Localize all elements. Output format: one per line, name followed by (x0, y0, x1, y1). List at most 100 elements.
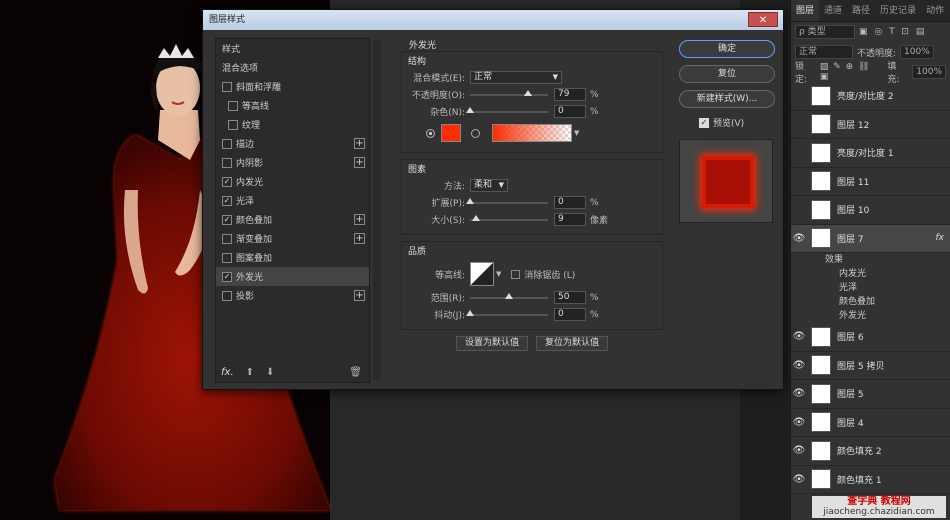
panel-tab[interactable]: 图层 (791, 0, 820, 21)
layer-blend-select[interactable]: 正常 (795, 45, 853, 59)
add-instance-icon[interactable]: + (354, 290, 365, 301)
noise-slider[interactable] (466, 106, 548, 113)
dialog-titlebar[interactable]: 图层样式 ✕ (203, 10, 783, 30)
size-slider[interactable] (470, 214, 548, 221)
effect-item[interactable]: 内发光 (791, 267, 950, 281)
style-checkbox[interactable]: ✓ (222, 271, 232, 282)
size-field[interactable]: 9 (554, 213, 586, 226)
layer-opacity-field[interactable]: 100% (900, 45, 934, 59)
move-down-icon[interactable]: ⬇ (266, 367, 274, 378)
style-item[interactable]: 斜面和浮雕 (216, 77, 369, 96)
style-checkbox[interactable] (222, 138, 232, 149)
style-checkbox[interactable] (228, 119, 238, 130)
layer-row[interactable]: 图层 12 (791, 111, 950, 139)
layer-row[interactable]: 图层 11 (791, 168, 950, 196)
range-slider[interactable] (470, 292, 548, 299)
noise-slider-knob[interactable] (466, 106, 474, 113)
layer-row[interactable]: 👁 图层 7 fx (791, 224, 950, 253)
style-item[interactable]: 样式 (216, 39, 369, 58)
size-slider-knob[interactable] (472, 214, 480, 221)
layer-row[interactable]: 亮度/对比度 2 (791, 82, 950, 111)
reset-default-button[interactable]: 复位为默认值 (536, 336, 609, 351)
style-item[interactable]: 内阴影 + (216, 153, 369, 172)
effect-item[interactable]: 外发光 (791, 309, 950, 323)
eye-icon[interactable]: 👁 (791, 417, 807, 428)
fill-field[interactable]: 100% (912, 65, 946, 79)
trash-icon[interactable]: 🗑 (349, 367, 362, 378)
range-field[interactable]: 50 (554, 291, 586, 304)
move-up-icon[interactable]: ⬆ (246, 367, 254, 378)
layer-row[interactable]: 👁 颜色填充 1 (791, 466, 950, 494)
layer-row[interactable]: 亮度/对比度 1 (791, 139, 950, 168)
style-item[interactable]: 等高线 (216, 96, 369, 115)
eye-icon[interactable]: 👁 (791, 445, 807, 456)
jitter-slider-knob[interactable] (466, 309, 474, 316)
style-checkbox[interactable] (228, 100, 238, 111)
kind-filter-select[interactable]: ρ 类型 (795, 25, 855, 39)
make-default-button[interactable]: 设置为默认值 (455, 336, 528, 351)
blend-mode-select[interactable]: 正常 ▼ (470, 71, 562, 84)
eye-icon[interactable]: 👁 (791, 474, 807, 485)
style-checkbox[interactable] (222, 252, 232, 263)
chevron-down-icon[interactable]: ▼ (574, 129, 579, 137)
style-item[interactable]: 描边 + (216, 134, 369, 153)
fx-icon[interactable]: fx (936, 233, 945, 243)
glow-color-swatch[interactable] (441, 124, 461, 142)
layer-row[interactable]: 👁 图层 5 拷贝 (791, 352, 950, 380)
noise-field[interactable]: 0 (554, 105, 586, 118)
lock-icons[interactable]: ▨ ✎ ⊕ ⛓ ▣ (820, 62, 883, 82)
preview-checkbox[interactable]: ✓ (699, 117, 709, 128)
style-list-scrollbar[interactable] (373, 40, 381, 380)
style-item[interactable]: 图案叠加 (216, 248, 369, 267)
style-item[interactable]: 渐变叠加 + (216, 229, 369, 248)
effect-item[interactable]: 光泽 (791, 281, 950, 295)
style-checkbox[interactable] (222, 290, 232, 301)
technique-select[interactable]: 柔和 ▼ (470, 179, 508, 192)
solid-color-radio[interactable] (426, 128, 435, 138)
spread-slider[interactable] (466, 197, 548, 204)
spread-field[interactable]: 0 (554, 196, 586, 209)
panel-tab[interactable]: 路径 (847, 0, 875, 21)
style-checkbox[interactable]: ✓ (222, 195, 232, 206)
glow-gradient-swatch[interactable] (492, 124, 572, 142)
layer-row[interactable]: 👁 图层 6 (791, 323, 950, 352)
new-style-button[interactable]: 新建样式(W)... (679, 90, 775, 108)
layer-row[interactable]: 👁 图层 5 (791, 380, 950, 409)
layer-row[interactable]: 图层 10 (791, 196, 950, 225)
fx-icon[interactable]: fx. (221, 367, 234, 378)
eye-icon[interactable]: 👁 (791, 331, 807, 342)
antialias-checkbox[interactable] (511, 269, 521, 279)
style-item[interactable]: ✓ 外发光 (216, 267, 369, 286)
style-checkbox[interactable] (222, 81, 232, 92)
gradient-radio[interactable] (471, 128, 480, 138)
range-slider-knob[interactable] (505, 292, 513, 299)
panel-tab[interactable]: 动作 (921, 0, 949, 21)
style-checkbox[interactable]: ✓ (222, 214, 232, 225)
add-instance-icon[interactable]: + (354, 233, 365, 244)
add-instance-icon[interactable]: + (354, 138, 365, 149)
panel-tab[interactable]: 历史记录 (875, 0, 921, 21)
opacity-slider-knob[interactable] (524, 89, 532, 96)
effect-item[interactable]: 颜色叠加 (791, 295, 950, 309)
chevron-down-icon[interactable]: ▼ (496, 270, 501, 278)
filter-icons[interactable]: ▣ ◎ T ⊡ ▤ (859, 27, 926, 37)
style-checkbox[interactable] (222, 233, 232, 244)
style-item[interactable]: ✓ 颜色叠加 + (216, 210, 369, 229)
effects-header[interactable]: 效果 (791, 253, 950, 267)
jitter-slider[interactable] (466, 309, 548, 316)
eye-icon[interactable]: 👁 (791, 388, 807, 399)
style-item[interactable]: ✓ 光泽 (216, 191, 369, 210)
reset-button[interactable]: 复位 (679, 65, 775, 83)
eye-icon[interactable]: 👁 (791, 360, 807, 371)
spread-slider-knob[interactable] (466, 197, 474, 204)
add-instance-icon[interactable]: + (354, 157, 365, 168)
panel-tab[interactable]: 通道 (819, 0, 847, 21)
layer-row[interactable]: 👁 颜色填充 2 (791, 437, 950, 466)
style-item[interactable]: 混合选项 (216, 58, 369, 77)
contour-picker[interactable] (470, 262, 494, 286)
style-item[interactable]: 投影 + (216, 286, 369, 305)
opacity-slider[interactable] (470, 89, 548, 96)
ok-button[interactable]: 确定 (679, 40, 775, 58)
style-checkbox[interactable]: ✓ (222, 176, 232, 187)
style-item[interactable]: 纹理 (216, 115, 369, 134)
